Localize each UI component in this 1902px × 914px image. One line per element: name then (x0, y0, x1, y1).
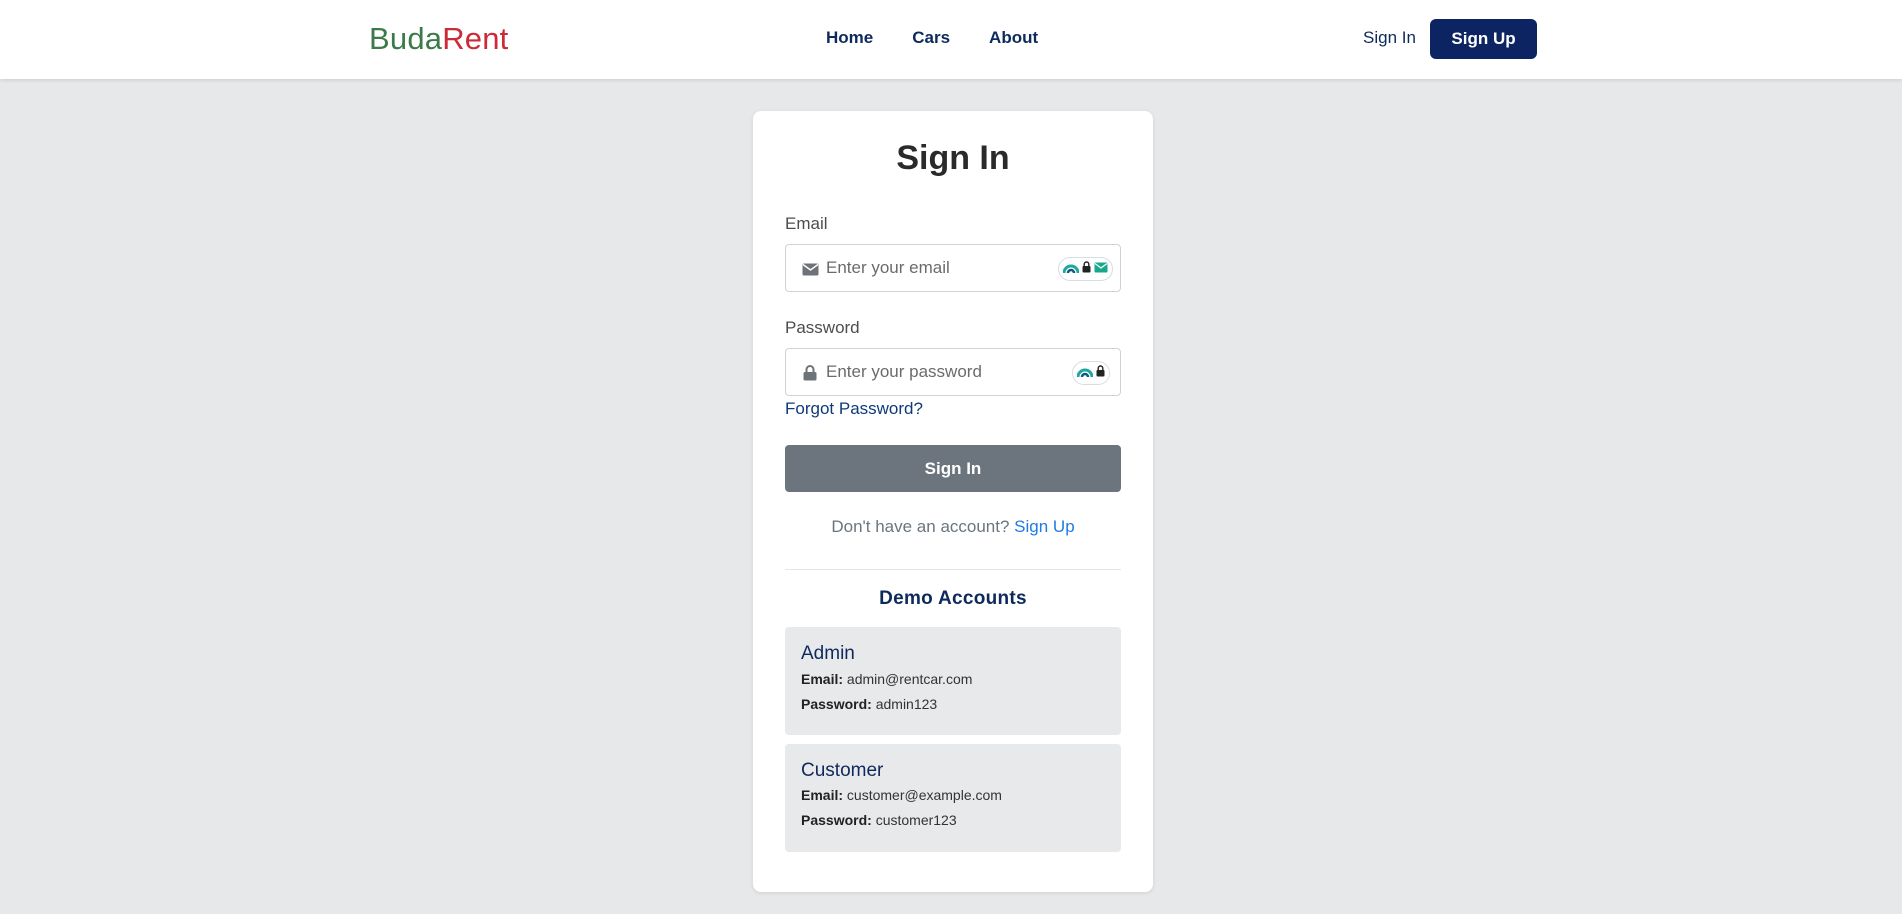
password-manager-icon (1076, 364, 1094, 383)
password-input[interactable] (826, 349, 1046, 395)
email-manager-icon (1094, 260, 1108, 278)
password-manager-icon (1062, 260, 1080, 279)
divider (785, 569, 1121, 570)
sign-in-card: Sign In Email Password (753, 111, 1153, 892)
password-manager-badge[interactable] (1058, 257, 1113, 281)
demo-account-admin: Admin Email: admin@rentcar.com Password:… (785, 627, 1121, 735)
register-prompt: Don't have an account? Sign Up (753, 517, 1153, 537)
demo-account-email: Email: customer@example.com (801, 787, 1002, 803)
demo-account-role: Customer (801, 760, 884, 781)
forgot-password-link[interactable]: Forgot Password? (785, 399, 923, 419)
email-label: Email (785, 214, 828, 233)
demo-account-customer: Customer Email: customer@example.com Pas… (785, 744, 1121, 852)
top-navbar: BudaRent Home Cars About Sign In Sign Up (0, 0, 1902, 79)
demo-account-email: Email: admin@rentcar.com (801, 671, 972, 687)
password-key: Password: (801, 696, 872, 712)
demo-account-role: Admin (801, 643, 855, 664)
password-field[interactable] (785, 348, 1121, 396)
brand-logo[interactable]: BudaRent (369, 21, 509, 57)
page-title: Sign In (896, 139, 1010, 177)
demo-account-password: Password: admin123 (801, 696, 937, 712)
main-nav: Home Cars About (826, 28, 1077, 48)
header-sign-in-link[interactable]: Sign In (1363, 28, 1416, 48)
email-input[interactable] (826, 245, 1046, 291)
lock-icon (1096, 364, 1105, 382)
demo-accounts-heading: Demo Accounts (879, 588, 1027, 609)
password-value: customer123 (875, 812, 957, 828)
email-key: Email: (801, 671, 844, 687)
brand-name-part2: Rent (442, 21, 509, 56)
brand-name-part1: Buda (369, 21, 443, 56)
email-key: Email: (801, 787, 844, 803)
password-manager-badge[interactable] (1072, 361, 1110, 385)
register-prompt-text: Don't have an account? (831, 517, 1010, 536)
nav-about-link[interactable]: About (989, 28, 1038, 48)
sign-up-link[interactable]: Sign Up (1014, 517, 1074, 536)
password-label: Password (785, 318, 860, 337)
sign-in-submit-button[interactable]: Sign In (785, 445, 1121, 492)
nav-home-link[interactable]: Home (826, 28, 873, 48)
password-value: admin123 (875, 696, 938, 712)
demo-account-password: Password: customer123 (801, 812, 957, 828)
password-key: Password: (801, 812, 872, 828)
nav-cars-link[interactable]: Cars (912, 28, 950, 48)
email-value: admin@rentcar.com (846, 671, 973, 687)
envelope-icon (801, 260, 819, 278)
email-field[interactable] (785, 244, 1121, 292)
lock-icon (1082, 260, 1091, 278)
header-sign-up-button[interactable]: Sign Up (1430, 19, 1537, 59)
email-value: customer@example.com (846, 787, 1002, 803)
lock-icon (801, 364, 819, 382)
